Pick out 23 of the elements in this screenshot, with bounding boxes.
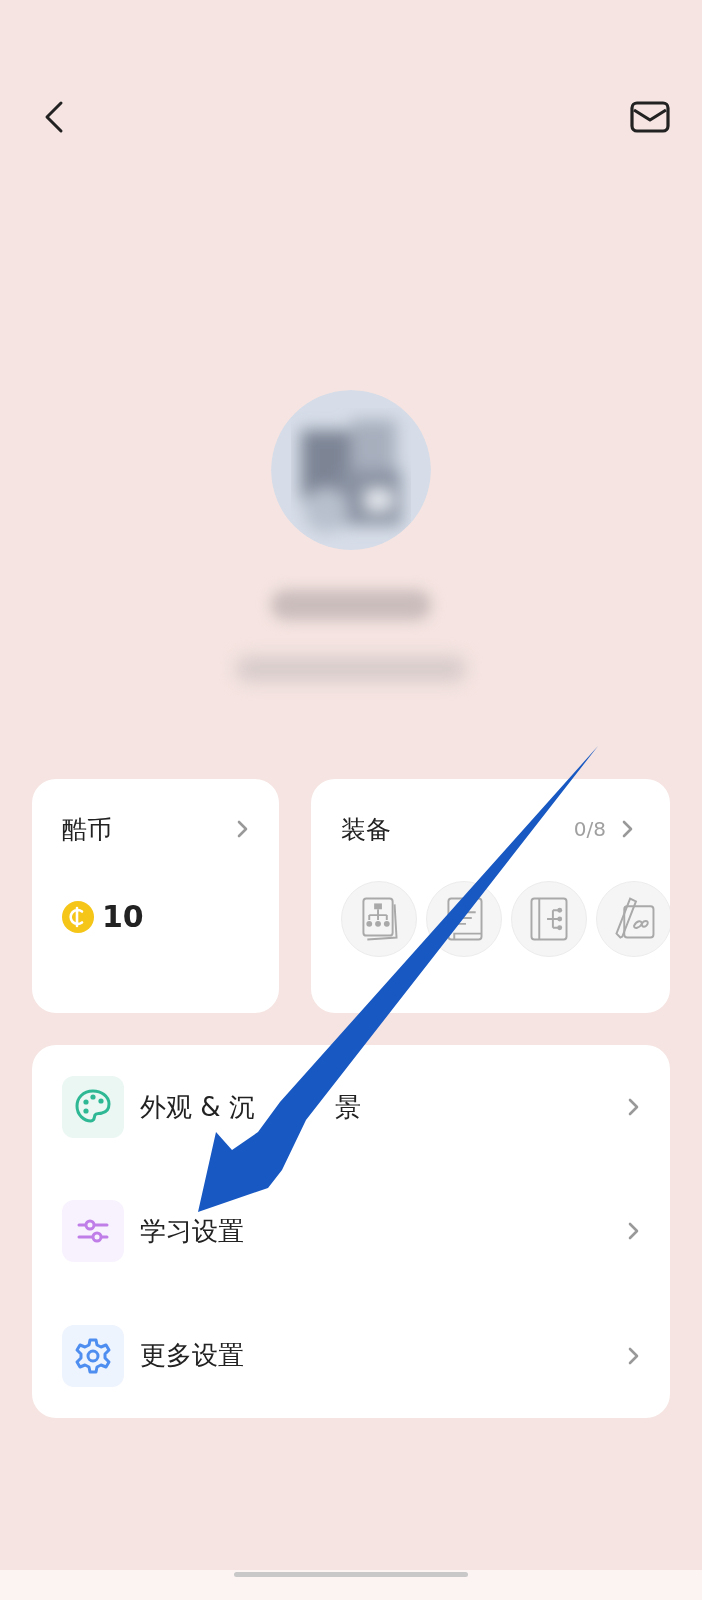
settings-row[interactable]: 学习设置	[62, 1200, 640, 1263]
coin-amount: 10	[102, 899, 144, 934]
row-label: 学习设置	[140, 1215, 245, 1248]
coins-card[interactable]: 酷币 10	[32, 779, 279, 1013]
settings-icon	[62, 1324, 124, 1387]
coin-icon	[62, 900, 94, 933]
row-label: 更多设置	[140, 1339, 245, 1373]
card-title: 酷币	[62, 813, 112, 846]
row-label: 外观 & 沉	[140, 1091, 255, 1122]
palette-icon	[62, 1076, 124, 1139]
chevron-right-icon	[626, 1097, 640, 1118]
equipment-count: 0/8	[573, 817, 606, 841]
chevron-right-icon	[620, 819, 634, 839]
card-title: 装备	[341, 813, 391, 846]
chevron-right-icon	[235, 819, 249, 839]
mail-icon[interactable]	[630, 101, 670, 133]
sliders-icon	[62, 1200, 124, 1263]
row-label: 景	[334, 1091, 361, 1122]
back-icon[interactable]	[44, 100, 64, 134]
equipment-card[interactable]: 装备 0/8	[311, 779, 670, 1013]
settings-row[interactable]: 更多设置	[62, 1324, 640, 1387]
chevron-right-icon	[626, 1221, 640, 1242]
chevron-right-icon	[626, 1345, 640, 1366]
